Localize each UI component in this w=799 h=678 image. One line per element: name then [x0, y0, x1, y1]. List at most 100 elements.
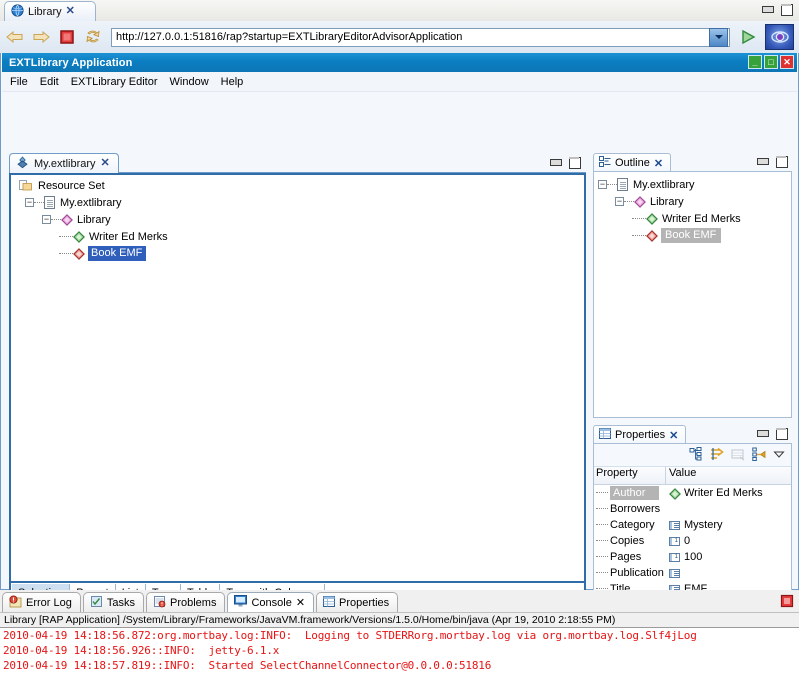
menu-extlibrary-editor[interactable]: EXTLibrary Editor	[71, 76, 158, 88]
tab-properties-label: Properties	[339, 596, 390, 609]
bottom-tab-bar: Error Log Tasks Problems Console ✕ Prope…	[0, 590, 799, 612]
tree-row[interactable]: − Library	[17, 211, 584, 228]
tree-row[interactable]: Writer Ed Merks	[594, 210, 791, 227]
editor-tab-my-extlibrary[interactable]: My.extlibrary ✕	[9, 153, 119, 173]
diamond-red-icon	[646, 230, 658, 242]
rap-title-bar: EXTLibrary Application _ □ ✕	[2, 53, 797, 72]
rap-maximize-button[interactable]: □	[764, 55, 778, 69]
tree-row[interactable]: Book EMF	[594, 227, 791, 244]
rap-title-label: EXTLibrary Application	[9, 56, 133, 69]
tree-connector	[596, 524, 608, 526]
console-output[interactable]: 2010-04-19 14:18:56.872:org.mortbay.log:…	[0, 627, 799, 678]
property-row[interactable]: Publication	[594, 565, 791, 581]
editor-panel-controls	[549, 156, 581, 169]
expander-icon[interactable]: −	[615, 197, 624, 206]
url-input[interactable]: http://127.0.0.1:51816/rap?startup=EXTLi…	[112, 31, 709, 43]
browser-tab-label: Library	[28, 5, 62, 18]
properties-close-icon[interactable]: ✕	[669, 429, 678, 442]
url-dropdown-button[interactable]	[709, 27, 728, 47]
properties-tab[interactable]: Properties ✕	[593, 425, 687, 444]
property-name: Borrowers	[610, 503, 661, 515]
tree-row-label: Writer Ed Merks	[89, 230, 168, 243]
show-advanced-icon[interactable]	[710, 447, 724, 464]
problems-icon	[153, 595, 166, 611]
show-categories-icon[interactable]	[689, 446, 703, 464]
tree-row[interactable]: Writer Ed Merks	[17, 228, 584, 245]
menu-edit[interactable]: Edit	[40, 76, 59, 88]
menu-file[interactable]: File	[10, 76, 28, 88]
editor-maximize-icon[interactable]	[568, 156, 581, 169]
property-row[interactable]: Copies 10	[594, 533, 791, 549]
rap-close-button[interactable]: ✕	[780, 55, 794, 69]
tree-row-label: Library	[650, 195, 684, 208]
tab-error-log[interactable]: Error Log	[2, 592, 81, 612]
stop-icon[interactable]	[56, 26, 78, 48]
browser-tab-library[interactable]: Library ✕	[4, 1, 96, 21]
editor-tab-close-icon[interactable]: ✕	[101, 158, 110, 169]
outline-tree[interactable]: − My.extlibrary − Library Writer Ed Merk…	[593, 171, 792, 418]
resource-set-label: Resource Set	[38, 179, 105, 192]
view-menu-icon[interactable]	[773, 448, 785, 463]
refresh-icon[interactable]	[82, 26, 104, 48]
list-icon	[669, 568, 680, 578]
tab-problems[interactable]: Problems	[145, 592, 226, 612]
property-row[interactable]: Author Writer Ed Merks	[594, 485, 791, 501]
tab-tasks[interactable]: Tasks	[82, 592, 144, 612]
rap-launch-icon[interactable]	[765, 24, 794, 50]
resource-set-row[interactable]: Resource Set	[11, 175, 584, 194]
tab-tasks-label: Tasks	[106, 596, 135, 609]
rap-minimize-button[interactable]: _	[748, 55, 762, 69]
property-row[interactable]: Borrowers	[594, 501, 791, 517]
column-header-property: Property	[594, 467, 666, 484]
document-icon	[617, 178, 628, 191]
diamond-red-icon	[73, 248, 85, 260]
properties-view: Properties ✕ Property Value Author Write…	[593, 424, 792, 604]
editor-tree-area[interactable]: Resource Set − My.extlibrary − Library W…	[9, 173, 586, 583]
terminate-icon[interactable]	[780, 594, 794, 611]
tree-row-label: Writer Ed Merks	[662, 212, 741, 225]
back-arrow-icon[interactable]	[4, 26, 26, 48]
expander-icon[interactable]: −	[25, 198, 34, 207]
expander-icon[interactable]: −	[42, 215, 51, 224]
console-launch-header: Library [RAP Application] /System/Librar…	[0, 612, 799, 627]
tab-console-close-icon[interactable]: ✕	[296, 596, 305, 609]
outline-maximize-icon[interactable]	[775, 155, 788, 168]
outline-close-icon[interactable]: ✕	[654, 157, 663, 170]
properties-body: Property Value Author Writer Ed Merks Bo…	[593, 443, 792, 604]
tree-connector	[632, 217, 646, 220]
url-bar[interactable]: http://127.0.0.1:51816/rap?startup=EXTLi…	[111, 27, 730, 47]
outline-minimize-icon[interactable]	[756, 155, 769, 167]
emf-model-icon	[16, 155, 29, 172]
property-row[interactable]: Pages 1 100	[594, 549, 791, 565]
browser-tab-close-icon[interactable]: ✕	[66, 6, 75, 17]
properties-maximize-icon[interactable]	[775, 427, 788, 440]
menu-help[interactable]: Help	[221, 76, 244, 88]
editor-area: My.extlibrary ✕ Resource Set − My.extlib…	[9, 152, 586, 604]
forward-arrow-icon[interactable]	[30, 26, 52, 48]
column-header-value: Value	[669, 467, 697, 479]
outline-icon	[599, 155, 611, 171]
tab-console[interactable]: Console ✕	[227, 592, 315, 612]
tree-row[interactable]: Book EMF	[17, 245, 584, 262]
pin-to-selection-icon[interactable]	[752, 447, 766, 464]
tree-connector	[596, 508, 608, 510]
tab-properties-bottom[interactable]: Properties	[316, 592, 399, 612]
properties-minimize-icon[interactable]	[756, 427, 769, 439]
menu-window[interactable]: Window	[170, 76, 209, 88]
editor-minimize-icon[interactable]	[549, 156, 562, 168]
tree-row-label: Library	[77, 213, 111, 226]
expander-icon[interactable]: −	[598, 180, 607, 189]
property-row[interactable]: Category Mystery	[594, 517, 791, 533]
editor-tab-label: My.extlibrary	[34, 157, 96, 170]
maximize-icon[interactable]	[780, 3, 793, 16]
tree-row[interactable]: − Library	[594, 193, 791, 210]
tree-row[interactable]: − My.extlibrary	[17, 194, 584, 211]
tree-row[interactable]: − My.extlibrary	[594, 176, 791, 193]
property-value: 100	[684, 551, 703, 563]
rap-menu-bar: File Edit EXTLibrary Editor Window Help	[2, 72, 797, 92]
minimize-icon[interactable]	[761, 3, 774, 15]
go-play-icon[interactable]	[736, 26, 760, 48]
outline-tab-label: Outline	[615, 157, 650, 169]
outline-tab[interactable]: Outline ✕	[593, 153, 672, 172]
tree-connector	[596, 572, 608, 574]
